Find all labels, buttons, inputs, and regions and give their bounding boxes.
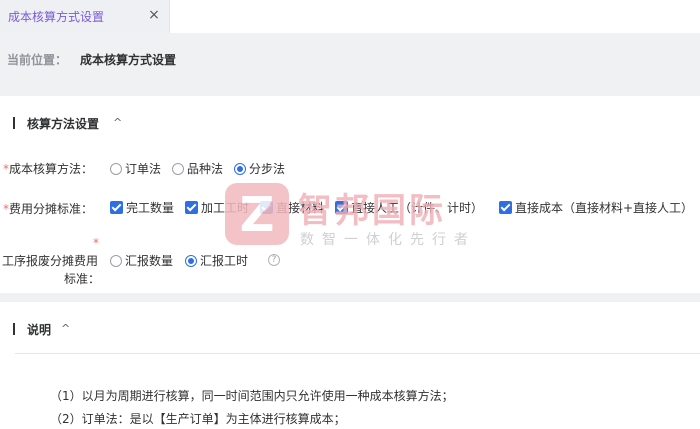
section-marker [13, 323, 15, 335]
scrap-label-line2: 标准： [64, 272, 101, 286]
allocation-label: *费用分摊标准： [3, 202, 94, 216]
checkbox-direct-cost[interactable]: 直接成本（直接材料+直接人工） [499, 199, 693, 216]
radio-circle[interactable] [110, 254, 122, 267]
checkbox-checked[interactable] [110, 201, 123, 214]
section-title-method: 核算方法设置 [27, 117, 100, 131]
tab-bar: 成本核算方式设置 × [0, 0, 700, 33]
checkbox-completed-qty[interactable]: 完工数量 [110, 199, 174, 216]
question-circle-icon[interactable]: ? [268, 254, 280, 266]
close-icon[interactable]: × [147, 7, 161, 23]
section-header-method[interactable]: 核算方法设置 ^ [13, 114, 133, 132]
tab-cost-method-settings[interactable]: 成本核算方式设置 × [0, 0, 170, 33]
breadcrumb: 当前位置： 成本核算方式设置 [0, 33, 700, 96]
scrap-label-line1: 工序报废分摊费用 [2, 254, 99, 268]
watermark-slogan: 数智一体化先行者 [300, 232, 476, 248]
breadcrumb-prefix: 当前位置： [7, 53, 68, 67]
note-item: （1）以月为周期进行核算，同一时间范围内只允许使用一种成本核算方法； [50, 389, 454, 403]
tab-label[interactable]: 成本核算方式设置 [8, 8, 104, 25]
radio-circle[interactable] [172, 162, 184, 175]
radio-variety-method[interactable]: 品种法 [172, 160, 223, 177]
radio-circle-selected[interactable] [185, 254, 197, 267]
chevron-up-icon[interactable]: ^ [61, 322, 70, 335]
note-item: （2）订单法：是以【生产订单】为主体进行核算成本； [50, 412, 346, 426]
radio-circle-selected[interactable] [234, 162, 246, 175]
radio-order-method[interactable]: 订单法 [110, 160, 161, 177]
panel-gap [0, 293, 700, 302]
divider [15, 353, 700, 354]
chevron-up-icon[interactable]: ^ [113, 116, 122, 129]
radio-report-hours[interactable]: 汇报工时 [185, 252, 248, 269]
section-header-notes[interactable]: 说明 ^ [13, 320, 93, 338]
radio-circle[interactable] [110, 162, 122, 175]
checkbox-checked[interactable] [185, 201, 198, 214]
page-title: 成本核算方式设置 [80, 53, 177, 67]
watermark-name: 智邦国际 [298, 191, 446, 231]
required-marker: * [93, 236, 99, 250]
watermark-logo-icon: Z [225, 183, 289, 245]
method-label: *成本核算方法： [3, 162, 94, 176]
section-marker [13, 117, 15, 129]
checkbox-checked[interactable] [499, 201, 512, 214]
section-title-notes: 说明 [27, 323, 52, 337]
radio-step-method[interactable]: 分步法 [234, 160, 285, 177]
radio-report-qty[interactable]: 汇报数量 [110, 252, 173, 269]
